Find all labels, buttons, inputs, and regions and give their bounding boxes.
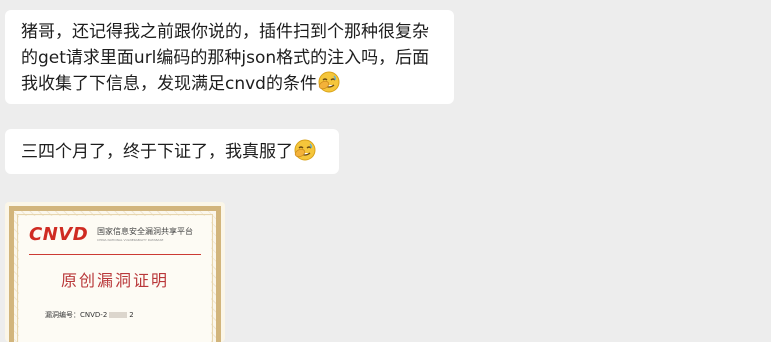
chat-message-bubble[interactable]: 三四个月了，终于下证了，我真服了 — [5, 129, 339, 174]
message-text-line: 我收集了下信息，发现满足cnvd的条件 — [21, 71, 440, 97]
certificate-number-suffix: 2 — [129, 311, 134, 319]
facepalm-emoji-icon — [294, 139, 316, 161]
message-text-line: 三四个月了，终于下证了，我真服了 — [21, 139, 325, 165]
message-text-line: 猪哥，还记得我之前跟你说的，插件扫到个那种很复杂 — [21, 22, 429, 42]
message-text: 三四个月了，终于下证了，我真服了 — [21, 142, 293, 162]
certificate-number: 漏洞编号：CNVD-2 2 — [45, 310, 134, 320]
message-text-line: 的get请求里面url编码的那种json格式的注入吗，后面 — [21, 48, 430, 68]
certificate-org-name-en: CHINA NATIONAL VULNERABILITY DATABASE — [97, 238, 164, 242]
redaction-mask — [109, 312, 128, 318]
message-text: 我收集了下信息，发现满足cnvd的条件 — [21, 74, 317, 94]
certificate-title: 原创漏洞证明 — [60, 271, 169, 290]
certificate-image-message[interactable]: CNVD 国家信息安全漏洞共享平台 CHINA NATIONAL VULNERA… — [5, 202, 225, 342]
chat-message-bubble[interactable]: 猪哥，还记得我之前跟你说的，插件扫到个那种很复杂 的get请求里面url编码的那… — [5, 10, 454, 104]
certificate-org-name: 国家信息安全漏洞共享平台 — [97, 227, 193, 236]
certificate-number-prefix: 漏洞编号：CNVD-2 — [45, 311, 108, 319]
facepalm-emoji-icon — [318, 71, 340, 93]
cnvd-logo: CNVD — [29, 224, 89, 245]
certificate-divider — [29, 254, 201, 255]
